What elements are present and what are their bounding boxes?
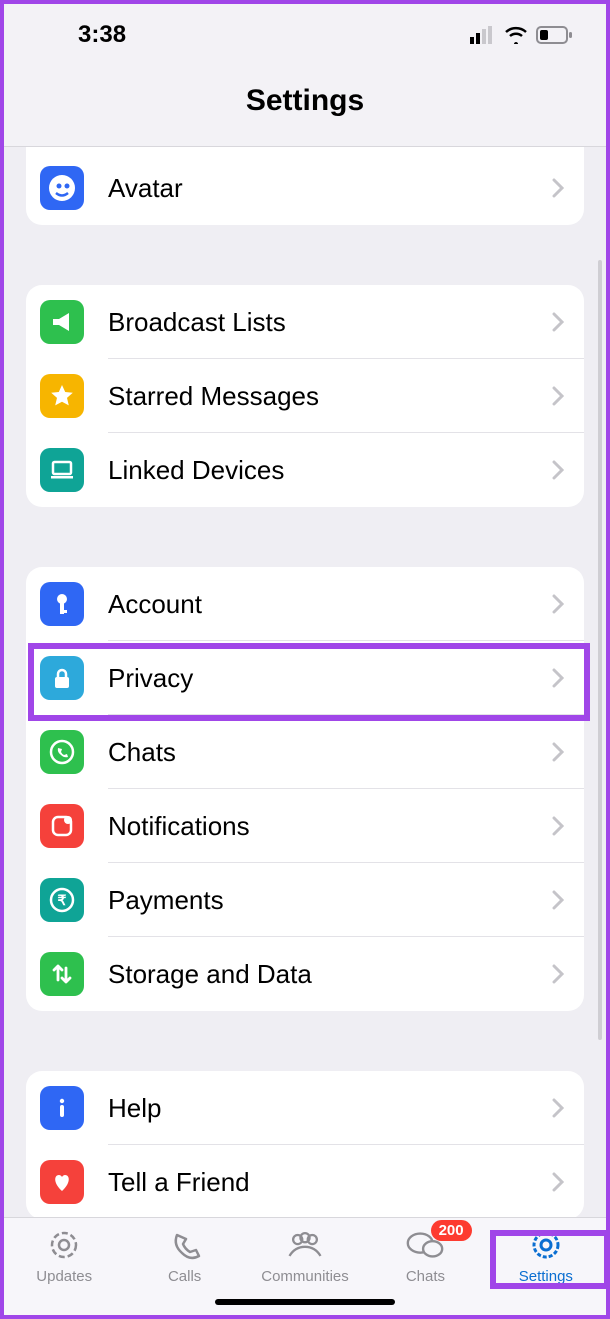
updown-icon [40,952,84,996]
lock-icon [40,656,84,700]
settings-row-tell[interactable]: Tell a Friend [26,1145,584,1217]
group-icon [284,1226,326,1264]
row-label-chats: Chats [108,737,552,768]
chevron-right-icon [552,890,564,910]
cellular-icon [470,26,496,44]
status-icon [43,1226,85,1264]
row-label-tell: Tell a Friend [108,1167,552,1198]
settings-row-starred[interactable]: Starred Messages [26,359,584,433]
chevron-right-icon [552,460,564,480]
svg-text:₹: ₹ [58,892,67,908]
settings-row-privacy[interactable]: Privacy [26,641,584,715]
settings-row-payments[interactable]: ₹ Payments [26,863,584,937]
tab-label-communities: Communities [261,1268,349,1285]
row-label-privacy: Privacy [108,663,552,694]
chevron-right-icon [552,668,564,688]
chevron-right-icon [552,594,564,614]
row-label-storage: Storage and Data [108,959,552,990]
row-label-starred: Starred Messages [108,381,552,412]
row-label-avatar: Avatar [108,173,552,204]
chevron-right-icon [552,386,564,406]
wifi-icon [504,26,528,44]
settings-row-notifications[interactable]: Notifications [26,789,584,863]
settings-scroll[interactable]: Avatar Broadcast Lists Starred Messages … [4,147,606,1217]
chevron-right-icon [552,1098,564,1118]
avatar-icon [40,166,84,210]
laptop-icon [40,448,84,492]
tab-chats[interactable]: Chats 200 [365,1226,485,1285]
chevron-right-icon [552,178,564,198]
tab-label-calls: Calls [168,1268,201,1285]
scrollbar[interactable] [598,260,602,1040]
settings-row-storage[interactable]: Storage and Data [26,937,584,1011]
page-header: Settings [4,66,606,147]
status-time: 3:38 [78,21,126,49]
whatsapp-icon [40,730,84,774]
phone-icon [164,1226,206,1264]
tab-label-chats: Chats [406,1268,445,1285]
row-label-linked: Linked Devices [108,455,552,486]
status-bar: 3:38 [4,4,606,66]
tab-calls[interactable]: Calls [124,1226,244,1285]
info-icon [40,1086,84,1130]
row-label-broadcast: Broadcast Lists [108,307,552,338]
tab-communities[interactable]: Communities [245,1226,365,1285]
chevron-right-icon [552,964,564,984]
gear-icon [525,1226,567,1264]
key-icon [40,582,84,626]
chevron-right-icon [552,312,564,332]
settings-row-linked[interactable]: Linked Devices [26,433,584,507]
settings-row-broadcast[interactable]: Broadcast Lists [26,285,584,359]
settings-row-chats[interactable]: Chats [26,715,584,789]
chevron-right-icon [552,816,564,836]
tab-settings[interactable]: Settings [486,1226,606,1285]
tab-label-updates: Updates [36,1268,92,1285]
megaphone-icon [40,300,84,344]
badge-chats: 200 [431,1220,472,1241]
notif-icon [40,804,84,848]
row-label-help: Help [108,1093,552,1124]
chevron-right-icon [552,742,564,762]
home-indicator[interactable] [215,1299,395,1305]
star-icon [40,374,84,418]
tab-updates[interactable]: Updates [4,1226,124,1285]
chevron-right-icon [552,1172,564,1192]
settings-row-account[interactable]: Account [26,567,584,641]
tab-label-settings: Settings [519,1268,573,1285]
heart-icon [40,1160,84,1204]
settings-row-avatar[interactable]: Avatar [26,151,584,225]
row-label-account: Account [108,589,552,620]
page-title: Settings [4,84,606,118]
status-icons [470,26,572,44]
battery-icon [536,26,572,44]
rupee-icon: ₹ [40,878,84,922]
settings-row-help[interactable]: Help [26,1071,584,1145]
row-label-payments: Payments [108,885,552,916]
row-label-notifications: Notifications [108,811,552,842]
